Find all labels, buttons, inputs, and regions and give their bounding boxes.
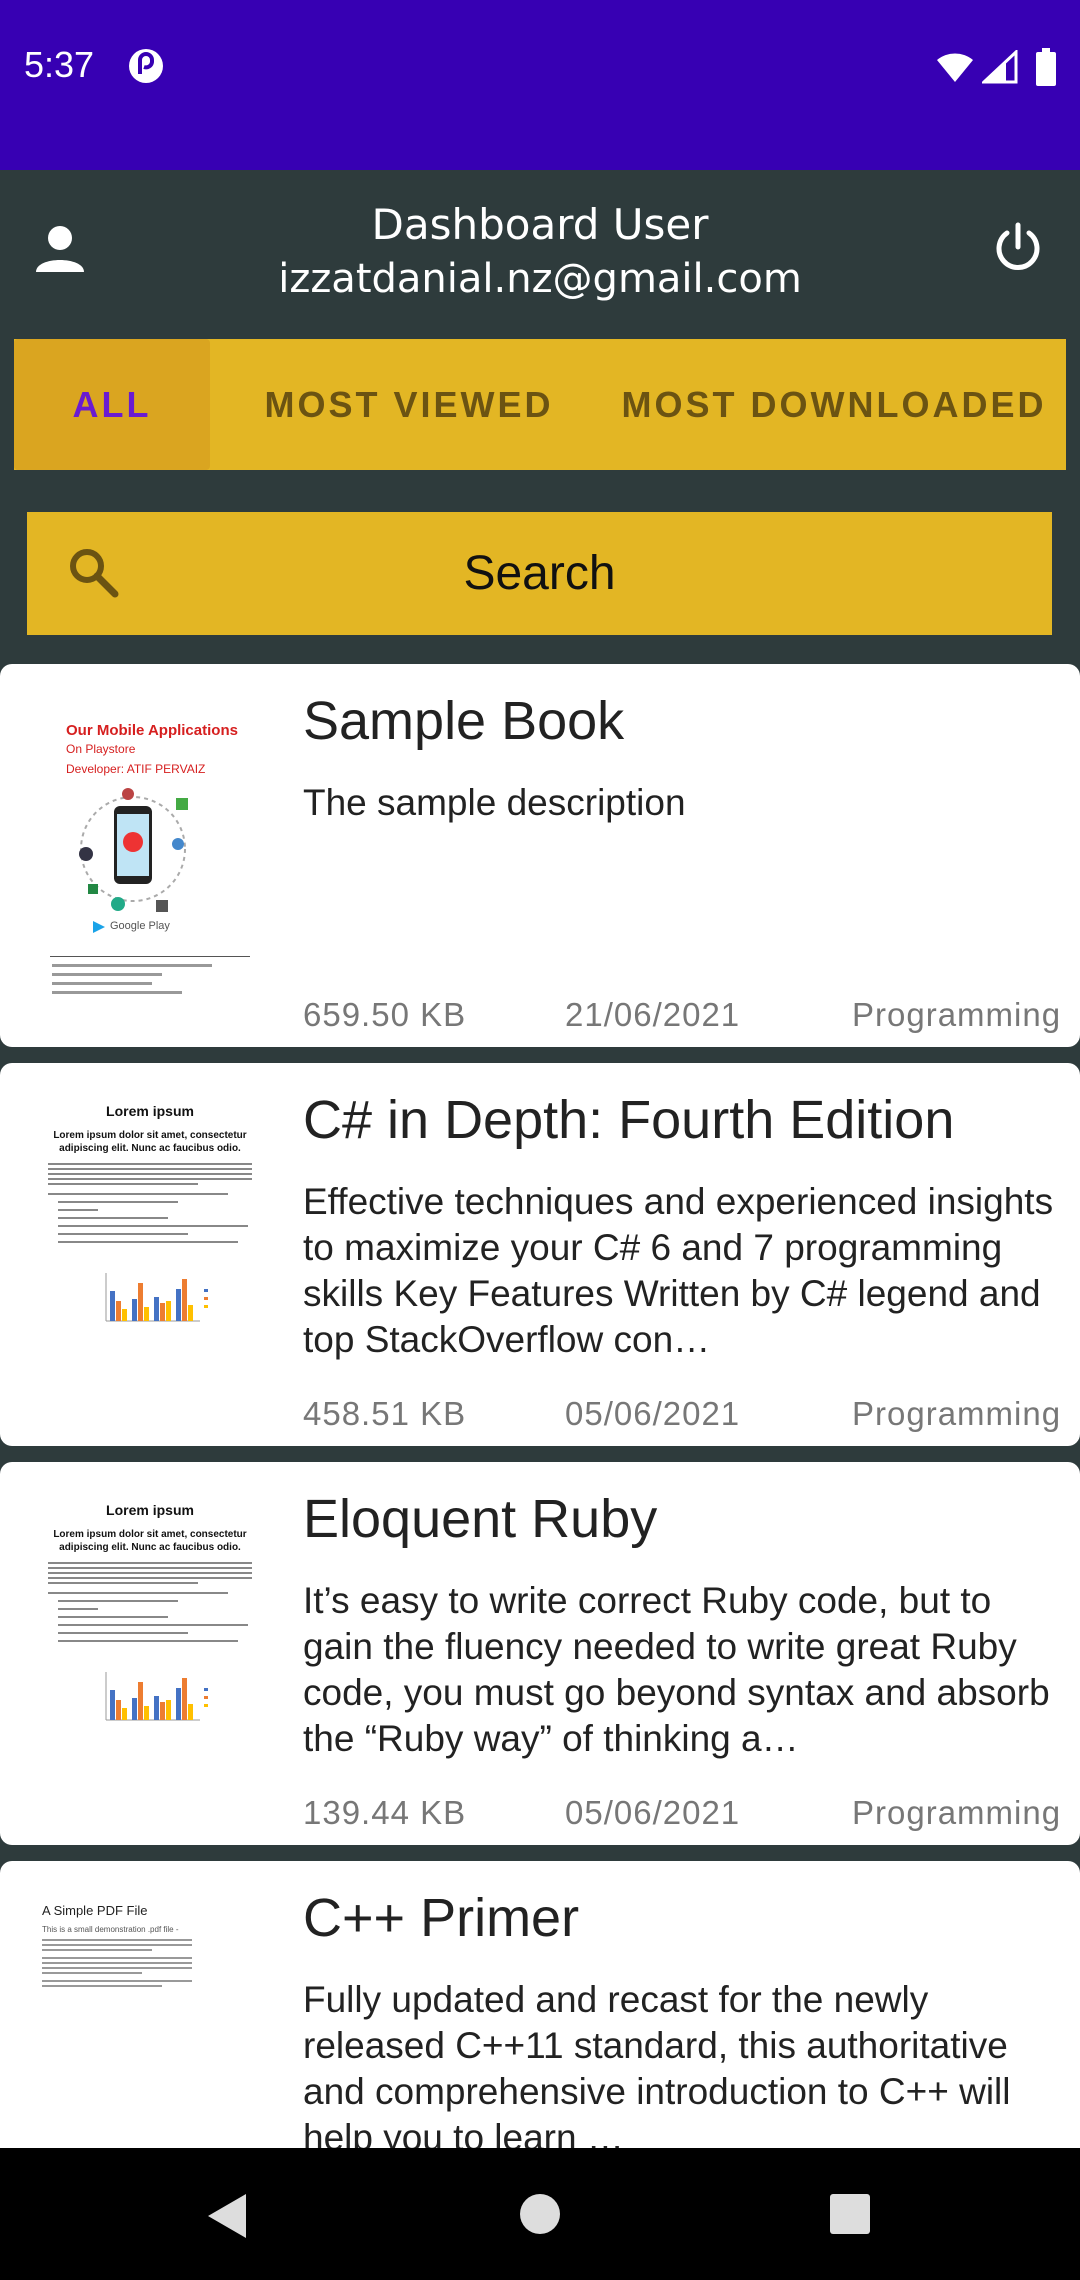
book-card[interactable]: Our Mobile Applications On Playstore Dev… — [0, 664, 1080, 1047]
notification-icon — [129, 49, 163, 83]
search-label: Search — [463, 547, 616, 600]
play-icon — [93, 921, 105, 933]
battery-icon — [1036, 48, 1056, 86]
book-card[interactable]: Lorem ipsum Lorem ipsum dolor sit amet, … — [0, 1462, 1080, 1845]
thumb-text-lines — [48, 1163, 252, 1243]
app-header: Dashboard User izzatdanial.nz@gmail.com — [0, 170, 1080, 335]
book-category: Programming — [852, 1794, 1062, 1831]
signal-icon — [982, 50, 1018, 84]
status-time: 5:37 — [24, 44, 95, 85]
thumb-heading: A Simple PDF File — [42, 1903, 148, 1918]
book-date: 05/06/2021 — [565, 1395, 741, 1432]
book-description: The sample description — [303, 782, 686, 823]
link-line — [52, 982, 152, 985]
link-line — [52, 964, 212, 967]
thumb-text-lines — [48, 1562, 252, 1642]
link-line — [52, 991, 182, 994]
logout-icon[interactable] — [990, 220, 1046, 276]
system-nav-bar — [0, 2148, 1080, 2280]
book-title: Eloquent Ruby — [303, 1489, 658, 1549]
book-thumbnail: Lorem ipsum Lorem ipsum dolor sit amet, … — [20, 1083, 280, 1423]
book-date: 05/06/2021 — [565, 1794, 741, 1831]
book-category: Programming — [852, 1395, 1062, 1432]
book-thumbnail: Lorem ipsum Lorem ipsum dolor sit amet, … — [20, 1482, 280, 1822]
thumb-sub: On Playstore — [66, 742, 136, 756]
header-title: Dashboard User — [371, 200, 709, 249]
book-card[interactable]: Lorem ipsum Lorem ipsum dolor sit amet, … — [0, 1063, 1080, 1446]
category-tabs: ALL MOST VIEWED MOST DOWNLOADED — [14, 339, 1066, 470]
header-email: izzatdanial.nz@gmail.com — [278, 256, 802, 302]
google-play-badge: Google Play — [110, 920, 170, 932]
book-date: 21/06/2021 — [565, 996, 741, 1033]
book-description: It’s easy to write correct Ruby code, bu… — [303, 1580, 1050, 1759]
book-title: C# in Depth: Fourth Edition — [303, 1090, 955, 1150]
tab-all[interactable]: ALL — [14, 339, 210, 470]
thumb-bar-chart — [105, 1672, 208, 1721]
book-title: Sample Book — [303, 691, 625, 751]
book-title: C++ Primer — [303, 1888, 580, 1948]
book-size: 458.51 KB — [303, 1395, 467, 1432]
wifi-icon — [937, 53, 973, 82]
book-description: Fully updated and recast for the newly r… — [303, 1979, 1011, 2158]
search-bar[interactable]: Search — [27, 512, 1052, 635]
book-thumbnail: Our Mobile Applications On Playstore Dev… — [20, 684, 280, 1024]
tab-most-viewed[interactable]: MOST VIEWED — [239, 339, 579, 470]
book-size: 139.44 KB — [303, 1794, 467, 1831]
book-category: Programming — [852, 996, 1062, 1033]
thumb-sub: This is a small demonstration .pdf file … — [42, 1925, 179, 1934]
thumb-dev: Developer: ATIF PERVAIZ — [66, 762, 206, 776]
thumb-heading: Our Mobile Applications — [66, 722, 238, 739]
home-icon[interactable] — [518, 2192, 562, 2236]
divider — [50, 956, 250, 957]
link-line — [52, 973, 162, 976]
book-description: Effective techniques and experienced ins… — [303, 1181, 1054, 1360]
thumb-text-lines — [42, 1939, 192, 1987]
thumb-bar-chart — [105, 1273, 208, 1322]
thumb-sub: Lorem ipsum dolor sit amet, consectetur … — [53, 1130, 247, 1154]
book-size: 659.50 KB — [303, 996, 467, 1033]
tab-most-downloaded[interactable]: MOST DOWNLOADED — [604, 339, 1064, 470]
status-bar: 5:37 — [0, 0, 1080, 170]
phone-illustration — [79, 788, 188, 912]
thumb-sub: Lorem ipsum dolor sit amet, consectetur … — [53, 1529, 247, 1553]
thumb-heading: Lorem ipsum — [106, 1502, 194, 1518]
recent-apps-icon[interactable] — [828, 2192, 872, 2236]
back-icon[interactable] — [202, 2190, 250, 2242]
thumb-heading: Lorem ipsum — [106, 1103, 194, 1119]
